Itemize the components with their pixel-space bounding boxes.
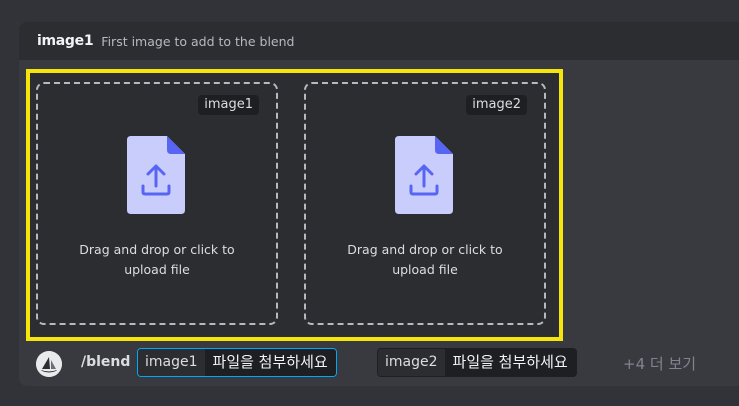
option-description: First image to add to the blend: [101, 33, 295, 49]
file-upload-icon: [127, 136, 185, 214]
param-image1[interactable]: image1 파일을 첨부하세요: [137, 348, 337, 377]
dropzone-text-line2: upload file: [124, 262, 190, 277]
upload-area-highlight: image1 Drag and drop or click to upload …: [26, 69, 563, 341]
slash-command-panel: image1 First image to add to the blend i…: [19, 22, 739, 386]
dropzone-image2[interactable]: image2 Drag and drop or click to upload …: [304, 82, 546, 325]
dropzone-instructions: Drag and drop or click to upload file: [306, 240, 544, 280]
command-input-bar: /blend image1 파일을 첨부하세요 image2 파일을 첨부하세요…: [19, 342, 739, 386]
dropzone-tag: image1: [198, 95, 259, 115]
dropzone-text-line2: upload file: [392, 262, 458, 277]
param-value: 파일을 첨부하세요: [204, 349, 336, 376]
more-options-button[interactable]: +4 더 보기: [623, 353, 696, 374]
bot-avatar-icon: [36, 351, 62, 377]
dropzone-tag: image2: [466, 95, 527, 115]
option-header: image1 First image to add to the blend: [19, 22, 739, 60]
file-upload-icon: [395, 136, 453, 214]
param-image2[interactable]: image2 파일을 첨부하세요: [377, 348, 577, 377]
dropzone-image1[interactable]: image1 Drag and drop or click to upload …: [36, 82, 278, 325]
option-name: image1: [37, 33, 94, 49]
param-value: 파일을 첨부하세요: [444, 349, 576, 376]
param-key: image1: [138, 349, 205, 376]
dropzone-text-line1: Drag and drop or click to: [347, 242, 503, 257]
param-key: image2: [378, 349, 445, 376]
command-name: /blend: [81, 354, 131, 370]
dropzone-instructions: Drag and drop or click to upload file: [38, 240, 276, 280]
dropzone-text-line1: Drag and drop or click to: [79, 242, 235, 257]
